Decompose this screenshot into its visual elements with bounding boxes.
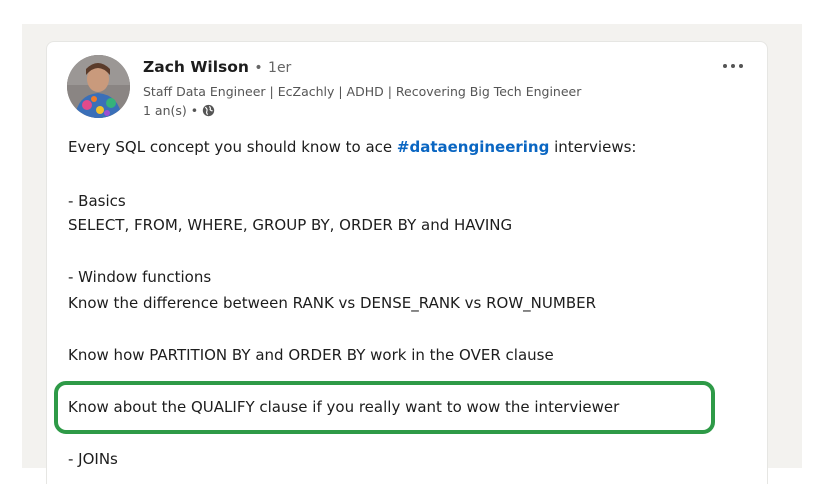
post-intro-before: Every SQL concept you should know to ace bbox=[68, 138, 397, 156]
more-dot bbox=[723, 64, 727, 68]
author-line: Zach Wilson • 1er bbox=[143, 58, 291, 76]
more-dot bbox=[739, 64, 743, 68]
post-line: Know the difference between RANK vs DENS… bbox=[68, 294, 597, 312]
avatar[interactable] bbox=[67, 55, 130, 118]
highlight-annotation bbox=[54, 381, 715, 434]
post-time: 1 an(s) • bbox=[143, 103, 199, 118]
post-line: Know how PARTITION BY and ORDER BY work … bbox=[68, 346, 554, 364]
author-headline: Staff Data Engineer | EcZachly | ADHD | … bbox=[143, 84, 582, 99]
post-intro: Every SQL concept you should know to ace… bbox=[68, 138, 636, 156]
connection-degree: 1er bbox=[268, 60, 292, 76]
more-dot bbox=[731, 64, 735, 68]
post-line: - JOINs bbox=[68, 450, 118, 468]
hashtag-link[interactable]: #dataengineering bbox=[397, 138, 549, 156]
post-time-row: 1 an(s) • bbox=[143, 103, 215, 118]
post-intro-after: interviews: bbox=[549, 138, 637, 156]
post-line: SELECT, FROM, WHERE, GROUP BY, ORDER BY … bbox=[68, 216, 513, 234]
author-name[interactable]: Zach Wilson bbox=[143, 58, 249, 76]
post-line: - Window functions bbox=[68, 268, 212, 286]
avatar-image bbox=[67, 55, 130, 118]
author-separator: • bbox=[254, 60, 263, 76]
more-options-button[interactable] bbox=[717, 56, 749, 76]
globe-icon bbox=[202, 104, 215, 117]
post-line: - Basics bbox=[68, 192, 126, 210]
